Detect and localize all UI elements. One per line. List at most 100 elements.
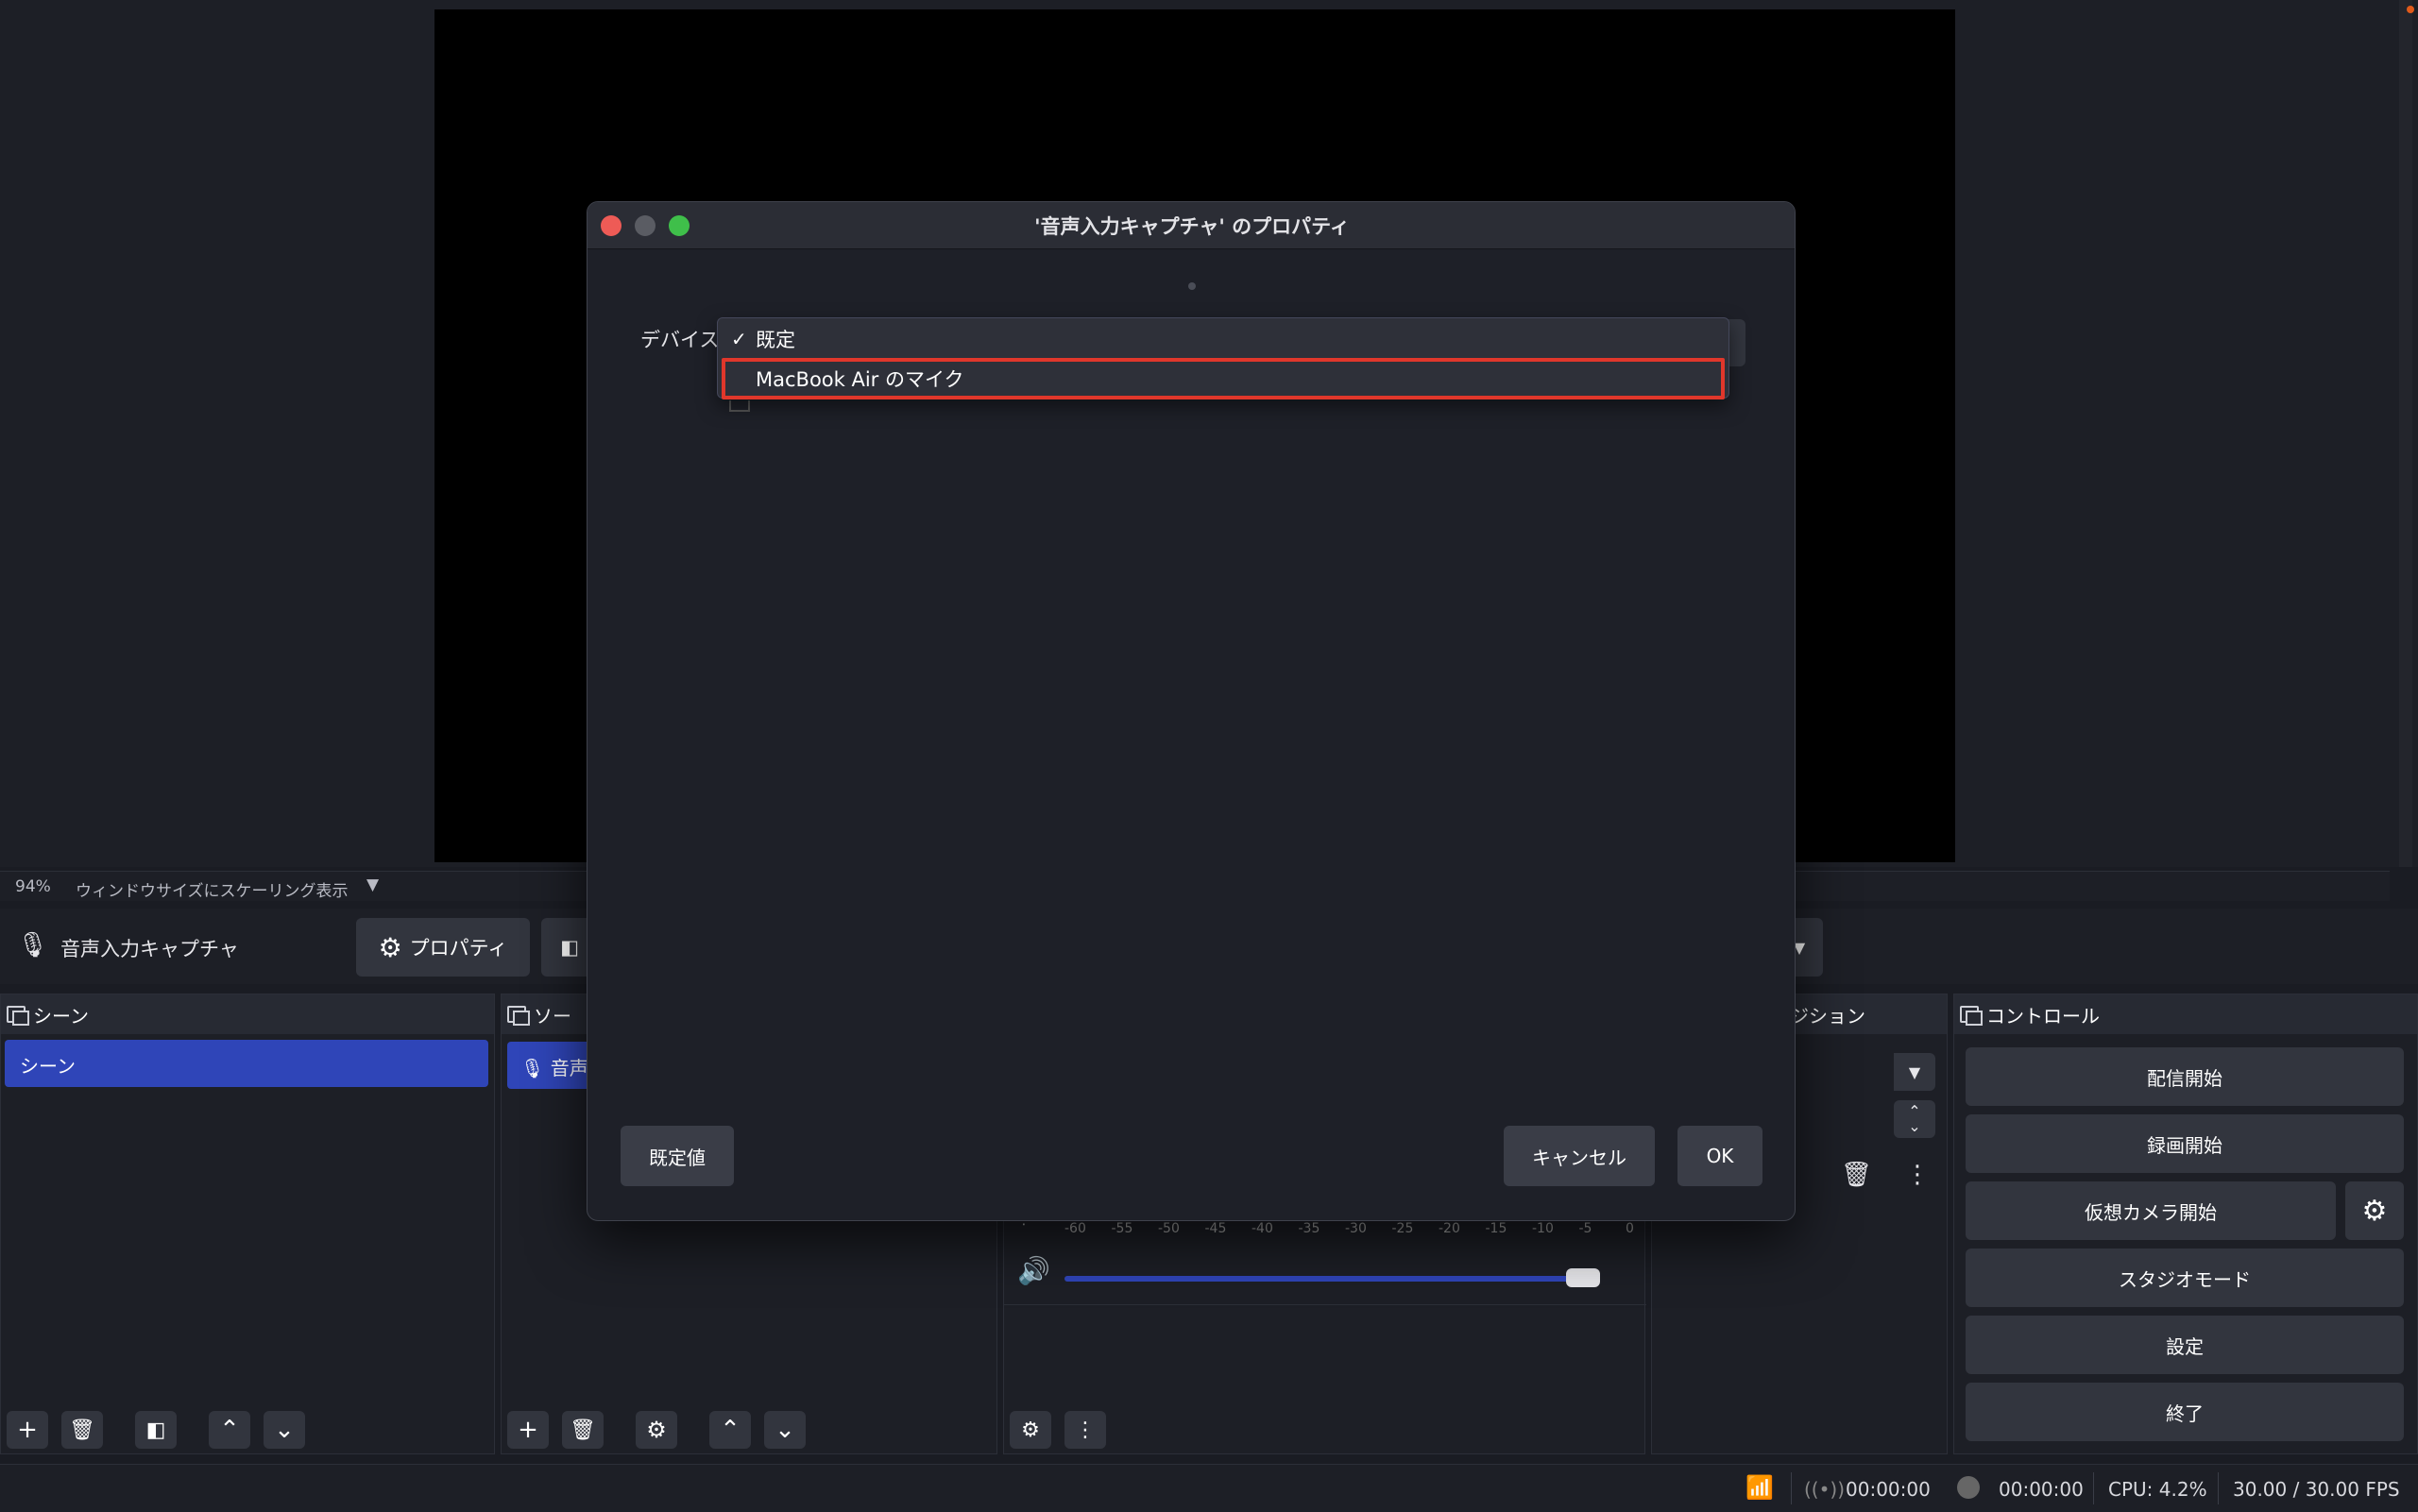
scene-item[interactable]: シーン: [5, 1040, 488, 1087]
remove-source-button[interactable]: 🗑: [562, 1411, 604, 1449]
filter-icon: ◧: [560, 936, 579, 959]
dock-window-icon: [1960, 1006, 1983, 1026]
mixer-tick-label: -25: [1391, 1221, 1414, 1236]
mixer-tick-label: -40: [1252, 1221, 1273, 1236]
plus-icon: +: [17, 1416, 38, 1444]
volume-slider-thumb[interactable]: [1566, 1268, 1601, 1287]
move-scene-up-button[interactable]: ⌃: [209, 1411, 250, 1449]
recording-status-icon: [1957, 1476, 1980, 1499]
filter-icon: ◧: [145, 1418, 166, 1442]
add-source-button[interactable]: +: [507, 1411, 549, 1449]
chevron-up-icon: ⌃: [219, 1416, 240, 1444]
preview-scrollbar[interactable]: [2399, 0, 2412, 867]
stream-time: 00:00:00: [1846, 1478, 1931, 1501]
highlight-box: [722, 358, 1725, 399]
dialog-titlebar: '音声入力キャプチャ' のプロパティ: [587, 202, 1795, 249]
trash-icon: 🗑: [570, 1418, 596, 1442]
add-scene-button[interactable]: +: [7, 1411, 48, 1449]
mixer-tick-label: -15: [1485, 1221, 1507, 1236]
mixer-tick-label: -35: [1298, 1221, 1320, 1236]
mixer-tick-label: -45: [1204, 1221, 1227, 1236]
remove-transition-button[interactable]: 🗑: [1841, 1161, 1872, 1189]
chevron-down-icon[interactable]: ▼: [366, 875, 379, 894]
cancel-button[interactable]: キャンセル: [1504, 1126, 1655, 1186]
exit-button[interactable]: 終了: [1966, 1383, 2404, 1441]
virtual-camera-settings-button[interactable]: ⚙: [2345, 1181, 2404, 1240]
mixer-tick-label: -60: [1064, 1221, 1086, 1236]
mixer-tick-label: -50: [1158, 1221, 1180, 1236]
network-strength-icon: 📶: [1745, 1474, 1774, 1501]
move-source-down-button[interactable]: ⌄: [764, 1411, 806, 1449]
dialog-title: '音声入力キャプチャ' のプロパティ: [1034, 215, 1350, 238]
move-source-up-button[interactable]: ⌃: [709, 1411, 751, 1449]
cpu-usage: CPU: 4.2%: [2108, 1478, 2207, 1501]
status-separator: [2093, 1472, 2094, 1504]
record-time: 00:00:00: [1999, 1478, 2084, 1501]
chevron-down-icon: ⌄: [274, 1416, 295, 1444]
mixer-divider: [1004, 1304, 1646, 1305]
start-streaming-button[interactable]: 配信開始: [1966, 1047, 2404, 1106]
mixer-menu-button[interactable]: ⋮: [1064, 1411, 1106, 1449]
device-dropdown-menu: ✓ 既定 MacBook Air のマイク: [717, 317, 1729, 399]
ok-button[interactable]: OK: [1677, 1126, 1762, 1186]
studio-mode-button[interactable]: スタジオモード: [1966, 1249, 2404, 1307]
mixer-dock-footer: ⚙ ⋮: [1004, 1406, 1644, 1453]
status-bar: 📶 ((•)) 00:00:00 00:00:00 CPU: 4.2% 30.0…: [0, 1464, 2418, 1512]
mixer-tick-label: 0: [1626, 1221, 1634, 1236]
chevron-down-icon: ▼: [1908, 1062, 1921, 1081]
mixer-tick-label: -20: [1439, 1221, 1460, 1236]
recording-indicator: [2407, 6, 2414, 13]
gear-icon: ⚙: [646, 1417, 667, 1443]
advanced-audio-button[interactable]: ⚙: [1010, 1411, 1051, 1449]
status-separator: [2218, 1472, 2219, 1504]
scenes-dock-footer: + 🗑 ◧ ⌃ ⌄: [1, 1406, 494, 1453]
duration-stepper[interactable]: ⌃ ⌄: [1894, 1100, 1935, 1138]
start-virtual-camera-button[interactable]: 仮想カメラ開始: [1966, 1181, 2336, 1240]
mixer-tick-label: -10: [1532, 1221, 1554, 1236]
properties-button-label: プロパティ: [409, 937, 508, 960]
gear-icon: ⚙: [2361, 1194, 2388, 1228]
streaming-icon: ((•)): [1804, 1478, 1846, 1501]
remove-scene-button[interactable]: 🗑: [61, 1411, 103, 1449]
speaker-icon[interactable]: 🔊: [1017, 1255, 1050, 1286]
status-separator: [1791, 1472, 1792, 1504]
mixer-tick-label: -30: [1345, 1221, 1367, 1236]
mixer-tick-label: -55: [1111, 1221, 1133, 1236]
transition-menu-button[interactable]: ⋮: [1905, 1161, 1930, 1189]
move-scene-down-button[interactable]: ⌄: [264, 1411, 305, 1449]
trash-icon: 🗑: [69, 1418, 95, 1442]
fps-readout: 30.00 / 30.00 FPS: [2233, 1478, 2400, 1501]
checkmark-icon: ✓: [731, 328, 747, 350]
zoom-level: 94%: [15, 877, 51, 896]
transition-dropdown-button[interactable]: ▼: [1894, 1053, 1935, 1091]
start-recording-button[interactable]: 録画開始: [1966, 1114, 2404, 1173]
volume-slider-track[interactable]: [1064, 1276, 1599, 1282]
controls-dock-title: コントロール: [1954, 994, 2417, 1034]
chevron-up-icon: ⌃: [720, 1416, 741, 1444]
checkbox[interactable]: [729, 400, 750, 412]
gear-icon: ⚙: [378, 931, 402, 963]
microphone-icon: 🎙: [520, 1057, 545, 1079]
selected-source-name: 音声入力キャプチャ: [60, 938, 239, 960]
trash-icon: 🗑: [1841, 1161, 1873, 1189]
microphone-icon: 🎙: [17, 931, 49, 960]
settings-button[interactable]: 設定: [1966, 1316, 2404, 1374]
splitter-handle[interactable]: [1188, 282, 1196, 290]
properties-dialog: '音声入力キャプチャ' のプロパティ デバイス ✓ 既定 MacBook Air…: [587, 201, 1796, 1221]
scene-filter-button[interactable]: ◧: [135, 1411, 177, 1449]
scale-mode-label[interactable]: ウィンドウサイズにスケーリング表示: [76, 877, 349, 901]
controls-dock: コントロール 配信開始 録画開始 仮想カメラ開始 ⚙ スタジオモード 設定 終了: [1953, 994, 2418, 1454]
gear-icon: ⚙: [1021, 1418, 1040, 1442]
dock-window-icon: [7, 1006, 29, 1026]
properties-button[interactable]: ⚙ プロパティ: [356, 918, 530, 977]
scenes-dock-title: シーン: [1, 994, 494, 1034]
source-properties-button[interactable]: ⚙: [636, 1411, 677, 1449]
mixer-tick-label: -5: [1578, 1221, 1592, 1236]
menu-dots-icon: ⋮: [1075, 1418, 1096, 1442]
dropdown-option-default[interactable]: ✓ 既定: [718, 320, 1730, 358]
scenes-dock: シーン シーン + 🗑 ◧ ⌃ ⌄: [0, 994, 495, 1454]
chevron-down-icon: ⌄: [775, 1416, 795, 1444]
defaults-button[interactable]: 既定値: [621, 1126, 734, 1186]
plus-icon: +: [518, 1416, 538, 1444]
chevron-down-icon: ⌄: [1908, 1117, 1921, 1135]
